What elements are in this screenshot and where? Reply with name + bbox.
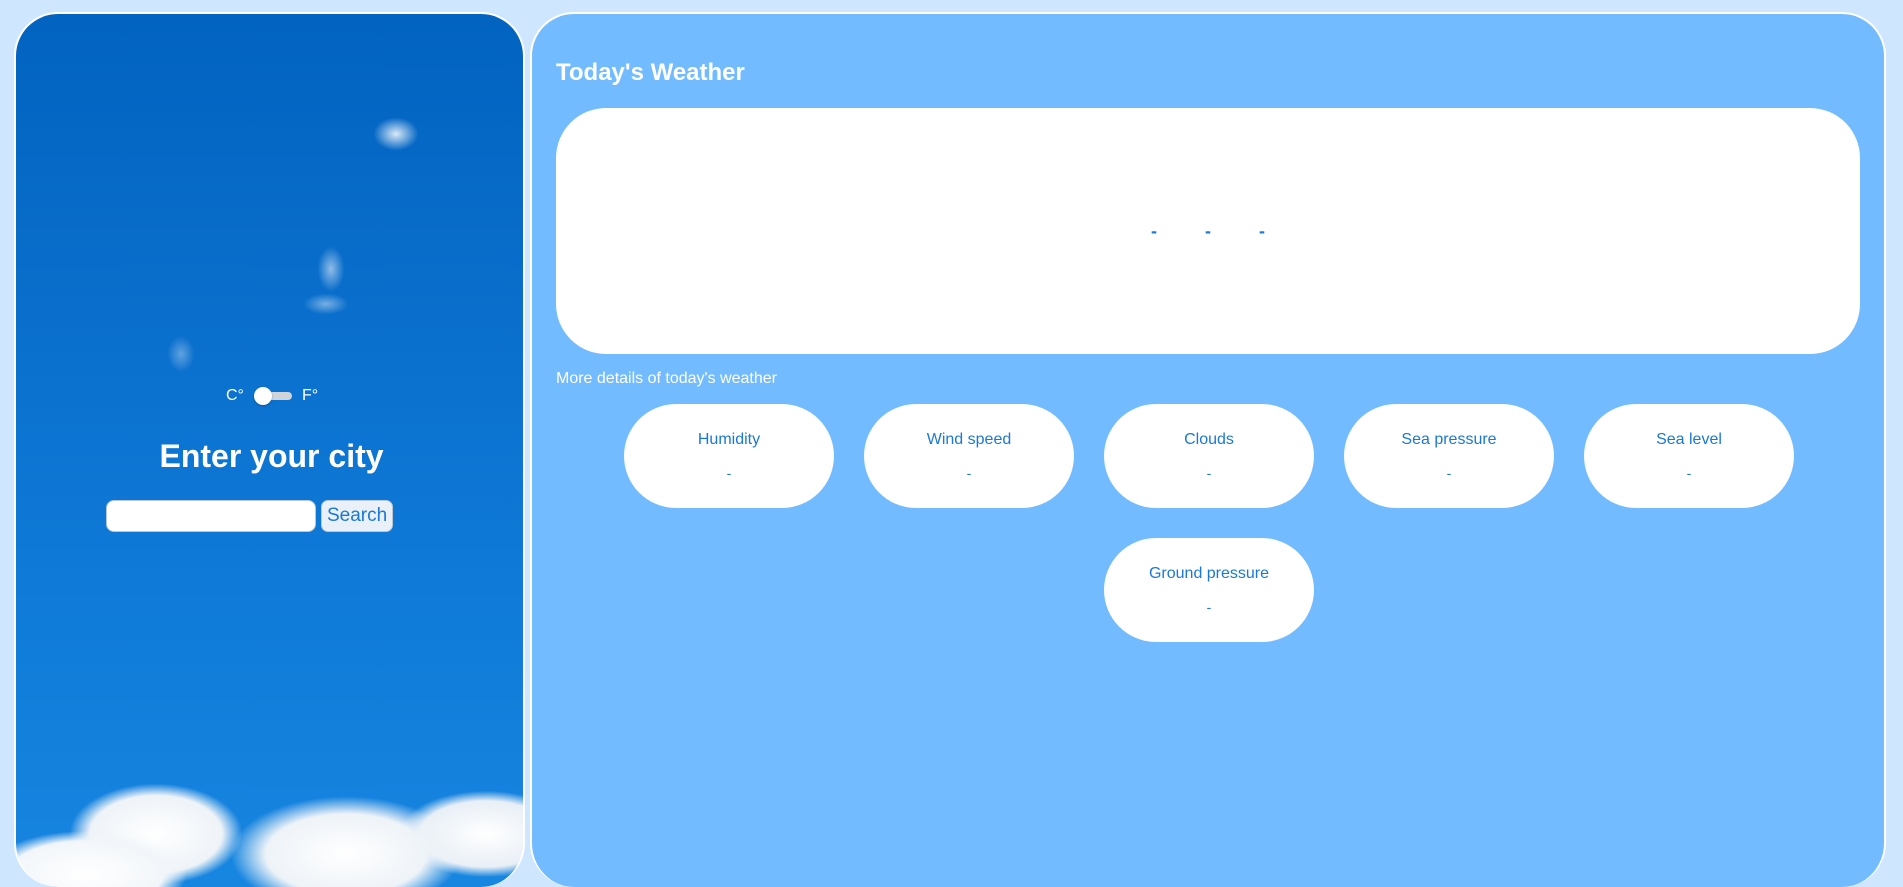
enter-city-heading: Enter your city bbox=[159, 438, 384, 474]
today-description: - bbox=[1205, 220, 1211, 241]
details-subtitle: More details of today's weather bbox=[556, 370, 777, 387]
unit-toggle: C° F° bbox=[226, 387, 318, 405]
detail-value: - bbox=[1446, 465, 1452, 481]
todays-weather-heading: Today's Weather bbox=[556, 59, 745, 86]
detail-value: - bbox=[1206, 465, 1212, 481]
search-button[interactable]: Search bbox=[321, 500, 394, 532]
search-form: Search bbox=[106, 500, 394, 532]
detail-label: Sea level bbox=[1656, 431, 1722, 448]
detail-value: - bbox=[1686, 465, 1692, 481]
today-temperature: - bbox=[1151, 220, 1157, 241]
ground-pressure-card: Ground pressure - bbox=[1104, 538, 1314, 642]
details-grid: Humidity - Wind speed - Clouds - Sea pre… bbox=[624, 404, 1794, 642]
detail-value: - bbox=[726, 465, 732, 481]
today-summary-card: - - - bbox=[556, 108, 1860, 354]
clouds-card: Clouds - bbox=[1104, 404, 1314, 508]
celsius-label: C° bbox=[226, 387, 244, 404]
humidity-card: Humidity - bbox=[624, 404, 834, 508]
today-location: - bbox=[1259, 220, 1265, 241]
detail-value: - bbox=[1206, 599, 1212, 615]
detail-label: Sea pressure bbox=[1401, 431, 1497, 448]
city-search-panel: C° F° Enter your city Search bbox=[14, 12, 525, 887]
weather-panel: Today's Weather - - - More details of to… bbox=[530, 12, 1886, 887]
unit-switch-knob[interactable] bbox=[253, 387, 272, 405]
city-search-input[interactable] bbox=[106, 500, 316, 532]
detail-label: Clouds bbox=[1184, 431, 1234, 448]
unit-switch[interactable] bbox=[253, 387, 292, 405]
detail-label: Humidity bbox=[697, 431, 761, 448]
detail-label: Wind speed bbox=[926, 431, 1012, 448]
wind-speed-card: Wind speed - bbox=[864, 404, 1074, 508]
detail-label: Ground pressure bbox=[1148, 565, 1270, 582]
detail-value: - bbox=[966, 465, 972, 481]
sea-pressure-card: Sea pressure - bbox=[1344, 404, 1554, 508]
weather-app: C° F° Enter your city Search Today's Wea… bbox=[0, 0, 1903, 887]
sea-level-card: Sea level - bbox=[1584, 404, 1794, 508]
fahrenheit-label: F° bbox=[301, 387, 319, 404]
